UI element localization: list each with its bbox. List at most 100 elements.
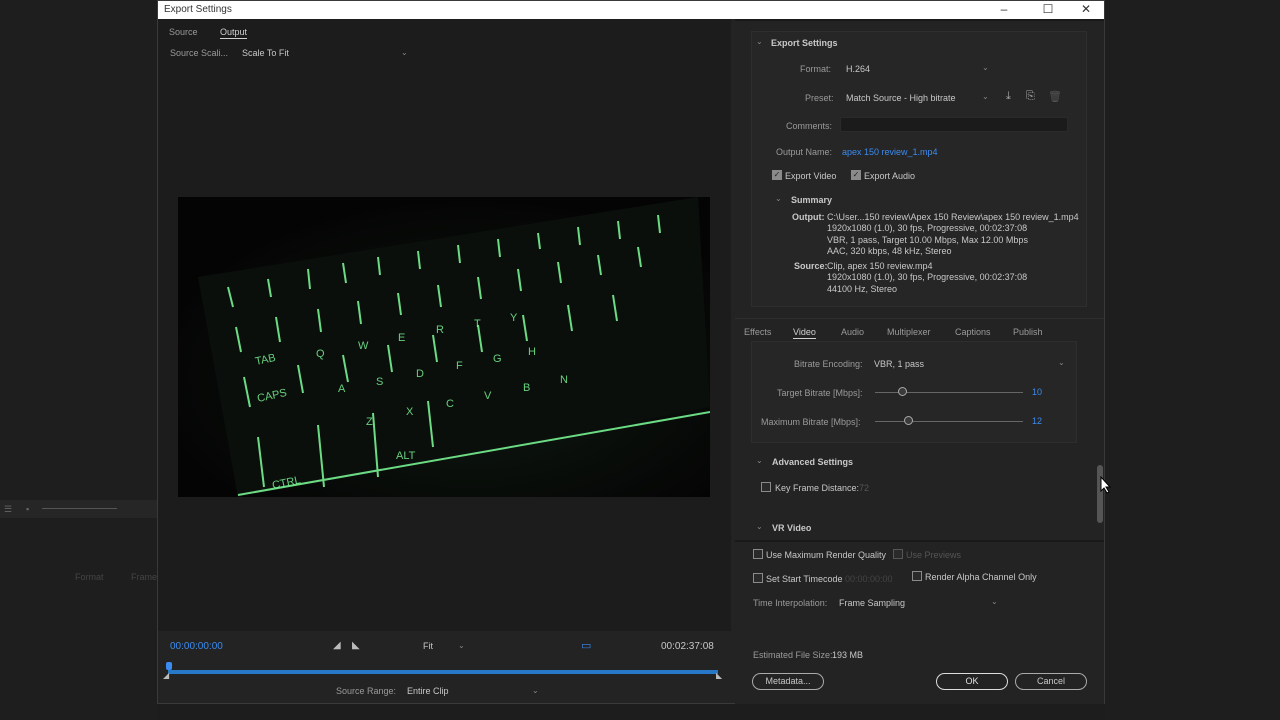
source-range-dropdown[interactable]: Entire Clip ⌄ bbox=[403, 683, 543, 697]
video-preview: TAB CAPS CTRL QWE RTY ASD FGH ZXC VBN AL… bbox=[178, 197, 710, 497]
set-start-timecode-label: Set Start Timecode bbox=[766, 574, 843, 584]
list-view-icon: ☰ bbox=[4, 504, 13, 514]
target-bitrate-label: Target Bitrate [Mbps]: bbox=[777, 388, 863, 398]
playhead[interactable] bbox=[166, 662, 172, 670]
duration-timecode: 00:02:37:08 bbox=[661, 641, 714, 652]
timeline-bar: 00:00:00:00 ◢ ◣ Fit ⌄ ▭ 00:02:37:08 ◢ ◣ … bbox=[158, 631, 731, 703]
tab-captions[interactable]: Captions bbox=[955, 327, 991, 337]
tab-source[interactable]: Source bbox=[169, 27, 198, 37]
tab-video[interactable]: Video bbox=[793, 327, 816, 339]
divider bbox=[735, 318, 1104, 319]
preview-pane: Source Output Source Scali... Scale To F… bbox=[158, 19, 731, 631]
in-point-marker[interactable]: ◢ bbox=[163, 671, 169, 680]
summary-output-label: Output: bbox=[792, 212, 825, 222]
time-interpolation-dropdown[interactable]: Frame Sampling ⌄ bbox=[835, 594, 1001, 609]
current-timecode[interactable]: 00:00:00:00 bbox=[170, 641, 223, 652]
set-in-point-icon[interactable]: ◢ bbox=[333, 640, 341, 651]
tab-output[interactable]: Output bbox=[220, 27, 248, 39]
max-bitrate-value[interactable]: 12 bbox=[1032, 416, 1042, 426]
svg-text:H: H bbox=[528, 346, 536, 358]
svg-text:Q: Q bbox=[316, 348, 325, 360]
chevron-down-icon: ⌄ bbox=[982, 92, 989, 101]
background-column-headers: Format Frame bbox=[0, 570, 157, 584]
zoom-value: Fit bbox=[423, 641, 433, 651]
summary-source-line: 44100 Hz, Stereo bbox=[827, 283, 898, 294]
tab-effects[interactable]: Effects bbox=[744, 327, 771, 337]
format-dropdown[interactable]: H.264 ⌄ bbox=[840, 60, 990, 75]
render-alpha-checkbox[interactable] bbox=[912, 571, 922, 581]
maximize-button[interactable]: ☐ bbox=[1028, 1, 1068, 19]
max-render-quality-label: Use Maximum Render Quality bbox=[766, 550, 887, 560]
collapse-chevron-icon[interactable]: ⌄ bbox=[775, 194, 782, 203]
max-bitrate-track[interactable] bbox=[875, 421, 1023, 422]
svg-text:T: T bbox=[474, 318, 481, 330]
settings-pane: ⌄ Export Settings Format: H.264 ⌄ Preset… bbox=[735, 19, 1104, 704]
file-size-value: 193 MB bbox=[832, 650, 864, 660]
start-timecode-value[interactable]: 00:00:00:00 bbox=[845, 574, 893, 584]
svg-text:B: B bbox=[523, 382, 530, 394]
preset-label: Preset: bbox=[805, 93, 834, 103]
mouse-cursor-icon bbox=[1100, 476, 1112, 494]
svg-text:X: X bbox=[406, 406, 414, 418]
preset-dropdown[interactable]: Match Source - High bitrate ⌄ bbox=[840, 89, 990, 104]
collapse-chevron-icon[interactable]: ⌄ bbox=[756, 37, 763, 46]
close-button[interactable]: ✕ bbox=[1066, 1, 1106, 19]
zoom-slider bbox=[42, 508, 117, 509]
format-value: H.264 bbox=[846, 64, 871, 74]
summary-source-line: 1920x1080 (1.0), 30 fps, Progressive, 00… bbox=[827, 272, 1028, 283]
metadata-button[interactable]: Metadata... bbox=[752, 673, 824, 690]
delete-preset-icon[interactable]: 🗑 bbox=[1048, 90, 1062, 103]
output-name-link[interactable]: apex 150 review_1.mp4 bbox=[842, 147, 938, 157]
save-preset-icon[interactable]: ⤓ bbox=[1006, 90, 1011, 103]
minimize-button[interactable]: – bbox=[984, 1, 1024, 19]
divider bbox=[735, 540, 1104, 542]
window-title: Export Settings bbox=[164, 4, 232, 15]
tab-multiplexer[interactable]: Multiplexer bbox=[887, 327, 931, 337]
collapse-chevron-icon[interactable]: ⌄ bbox=[756, 522, 763, 531]
cancel-button[interactable]: Cancel bbox=[1015, 673, 1087, 690]
icon-view-icon: ▪ bbox=[26, 504, 30, 514]
advanced-settings-header: Advanced Settings bbox=[772, 457, 854, 467]
ok-button[interactable]: OK bbox=[936, 673, 1008, 690]
import-preset-icon[interactable]: ⎘ bbox=[1026, 90, 1035, 103]
svg-text:F: F bbox=[456, 360, 463, 372]
target-bitrate-slider[interactable] bbox=[898, 387, 907, 396]
summary-header: Summary bbox=[791, 195, 833, 205]
key-frame-value[interactable]: 72 bbox=[859, 483, 869, 493]
summary-source-lines: Clip, apex 150 review.mp4 1920x1080 (1.0… bbox=[827, 261, 1087, 295]
set-out-point-icon[interactable]: ◣ bbox=[352, 640, 360, 651]
zoom-dropdown[interactable]: Fit ⌄ bbox=[420, 639, 468, 653]
svg-text:A: A bbox=[338, 383, 346, 395]
bitrate-encoding-value: VBR, 1 pass bbox=[874, 359, 925, 369]
background-app-left: ☰ ▪ Format Frame bbox=[0, 0, 157, 720]
chevron-down-icon: ⌄ bbox=[991, 597, 998, 606]
bitrate-encoding-dropdown[interactable]: VBR, 1 pass ⌄ bbox=[870, 355, 1068, 370]
title-bar: Export Settings – ☐ ✕ bbox=[158, 1, 1104, 19]
tab-publish[interactable]: Publish bbox=[1013, 327, 1043, 337]
background-app-right bbox=[1105, 0, 1280, 720]
set-start-timecode-checkbox[interactable] bbox=[753, 573, 763, 583]
target-bitrate-value[interactable]: 10 bbox=[1032, 387, 1042, 397]
key-frame-checkbox[interactable] bbox=[761, 482, 771, 492]
time-interpolation-value: Frame Sampling bbox=[839, 598, 906, 608]
aspect-icon[interactable]: ▭ bbox=[581, 639, 591, 652]
collapse-chevron-icon[interactable]: ⌄ bbox=[756, 456, 763, 465]
export-video-checkbox[interactable]: ✓ bbox=[772, 170, 782, 180]
summary-source-line: Clip, apex 150 review.mp4 bbox=[827, 261, 933, 271]
render-alpha-label: Render Alpha Channel Only bbox=[925, 572, 1037, 582]
svg-text:V: V bbox=[484, 390, 492, 402]
source-scaling-dropdown[interactable]: Scale To Fit ⌄ bbox=[238, 45, 413, 59]
export-audio-label: Export Audio bbox=[864, 171, 916, 181]
chevron-down-icon: ⌄ bbox=[1058, 358, 1065, 367]
svg-text:E: E bbox=[398, 332, 405, 344]
export-audio-checkbox[interactable]: ✓ bbox=[851, 170, 861, 180]
out-point-marker[interactable]: ◣ bbox=[716, 671, 722, 680]
max-render-quality-checkbox[interactable] bbox=[753, 549, 763, 559]
tab-audio[interactable]: Audio bbox=[841, 327, 864, 337]
use-previews-checkbox[interactable] bbox=[893, 549, 903, 559]
svg-text:G: G bbox=[493, 353, 502, 365]
scrollbar-thumb[interactable] bbox=[1097, 465, 1103, 523]
comments-input[interactable] bbox=[840, 117, 1068, 132]
max-bitrate-slider[interactable] bbox=[904, 416, 913, 425]
timeline-track[interactable] bbox=[168, 670, 718, 674]
